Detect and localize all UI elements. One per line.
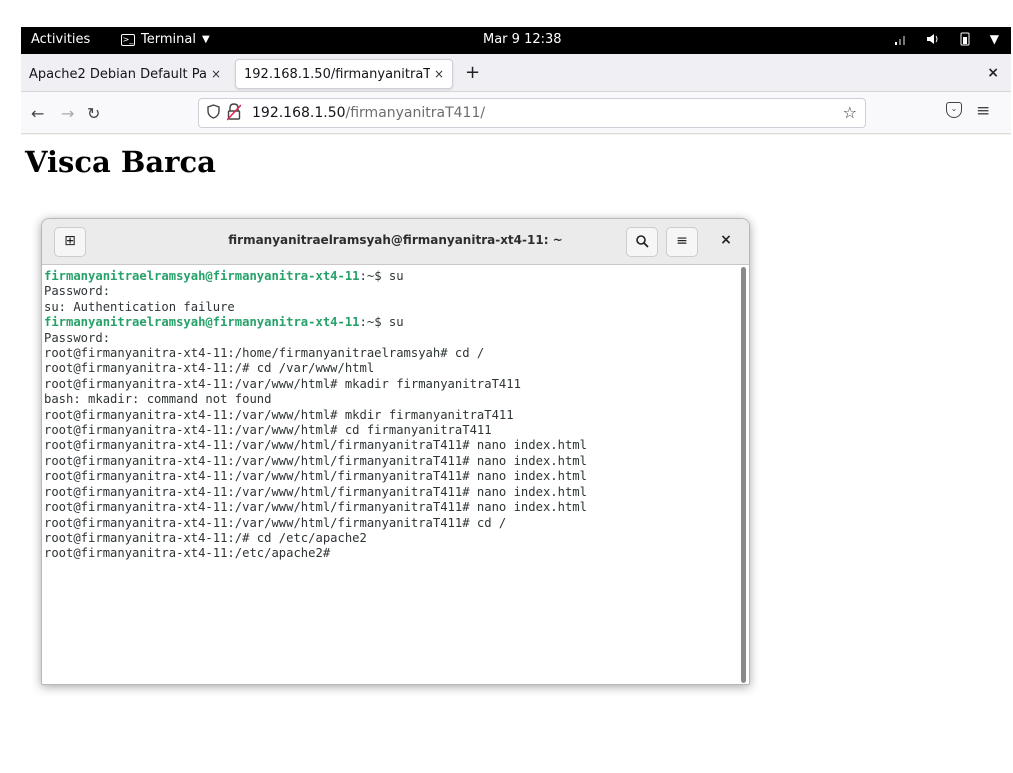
terminal-line: root@firmanyanitra-xt4-11:/# cd /var/www… [44,361,740,376]
app-menu-button[interactable]: >_ Terminal ▼ [121,32,210,47]
app-menu-label: Terminal [141,32,196,47]
reload-icon[interactable]: ↻ [87,104,100,123]
window-close-button[interactable]: × [987,65,999,81]
tab-title: Apache2 Debian Default Page [29,66,207,82]
new-tab-button[interactable]: + [465,64,480,82]
address-bar[interactable]: 192.168.1.50/firmanyanitraT411/ ☆ [198,98,866,128]
terminal-line: root@firmanyanitra-xt4-11:/var/www/html/… [44,469,740,484]
tracking-shield-icon[interactable] [207,104,220,123]
line-text: bash: mkadir: command not found [44,392,272,407]
terminal-icon: >_ [121,33,135,46]
tab-strip: Apache2 Debian Default Page × 192.168.1.… [21,54,1011,92]
tab-close-icon[interactable]: × [211,67,221,81]
menu-icon[interactable]: ≡ [666,227,698,257]
terminal-window[interactable]: ⊞ firmanyanitraelramsyah@firmanyanitra-x… [41,218,750,685]
terminal-line: root@firmanyanitra-xt4-11:/var/www/html/… [44,516,740,531]
line-text: root@firmanyanitra-xt4-11:/var/www/html#… [44,376,521,391]
tab-firmanyanitra[interactable]: 192.168.1.50/firmanyanitraT411/ × [235,59,453,89]
terminal-line: bash: mkadir: command not found [44,392,740,407]
bookmark-star-icon[interactable]: ☆ [843,103,857,122]
pocket-icon[interactable]: ⌄ [946,102,962,118]
terminal-line: firmanyanitraelramsyah@firmanyanitra-xt4… [44,269,740,284]
activities-button[interactable]: Activities [31,32,90,47]
line-text: root@firmanyanitra-xt4-11:/var/www/html/… [44,469,587,484]
tab-close-icon[interactable]: × [434,67,444,81]
line-text: root@firmanyanitra-xt4-11:/# cd /etc/apa… [44,530,367,545]
tab-title: 192.168.1.50/firmanyanitraT411/ [244,66,430,82]
line-text: root@firmanyanitra-xt4-11:/var/www/html#… [44,407,514,422]
system-menu-caret-icon: ▼ [989,32,999,46]
insecure-lock-icon[interactable] [226,103,242,121]
terminal-line: root@firmanyanitra-xt4-11:/etc/apache2# [44,546,740,561]
page-heading: Visca Barca [25,145,216,179]
close-icon[interactable]: × [710,227,742,257]
line-text: Password: [44,284,111,299]
desktop-screen: Activities >_ Terminal ▼ Mar 9 12:38 ▼ A… [21,27,1011,769]
terminal-line: root@firmanyanitra-xt4-11:/var/www/html/… [44,454,740,469]
system-tray[interactable]: ▼ [894,32,999,49]
line-text: root@firmanyanitra-xt4-11:/var/www/html/… [44,484,587,499]
forward-arrow-icon[interactable]: → [61,104,74,123]
line-text: root@firmanyanitra-xt4-11:/var/www/html/… [44,515,507,530]
terminal-line: root@firmanyanitra-xt4-11:/var/www/html/… [44,500,740,515]
volume-icon [926,32,940,49]
terminal-line: firmanyanitraelramsyah@firmanyanitra-xt4… [44,315,740,330]
line-text: root@firmanyanitra-xt4-11:/var/www/html#… [44,423,492,438]
terminal-line: root@firmanyanitra-xt4-11:/home/firmanya… [44,346,740,361]
line-text: root@firmanyanitra-xt4-11:/var/www/html/… [44,438,587,453]
terminal-output[interactable]: firmanyanitraelramsyah@firmanyanitra-xt4… [42,265,742,684]
battery-icon [958,32,972,49]
terminal-line: root@firmanyanitra-xt4-11:/var/www/html#… [44,377,740,392]
back-arrow-icon[interactable]: ← [31,104,44,123]
prompt-user-host: firmanyanitraelramsyah@firmanyanitra-xt4… [44,315,360,330]
terminal-line: Password: [44,331,740,346]
search-icon[interactable] [626,227,658,257]
terminal-line: Password: [44,284,740,299]
terminal-line: su: Authentication failure [44,300,740,315]
line-text: root@firmanyanitra-xt4-11:/# cd /var/www… [44,361,375,376]
terminal-line: root@firmanyanitra-xt4-11:/var/www/html#… [44,423,740,438]
line-text: Password: [44,330,111,345]
line-text: root@firmanyanitra-xt4-11:/home/firmanya… [44,346,485,361]
terminal-line: root@firmanyanitra-xt4-11:/var/www/html/… [44,438,740,453]
prompt-user-host: firmanyanitraelramsyah@firmanyanitra-xt4… [44,269,360,283]
caret-down-icon: ▼ [201,34,210,45]
terminal-header-bar[interactable]: ⊞ firmanyanitraelramsyah@firmanyanitra-x… [42,219,749,265]
terminal-line: root@firmanyanitra-xt4-11:/var/www/html#… [44,408,740,423]
url-path: /firmanyanitraT411/ [345,105,486,121]
line-text: :~$ su [359,315,404,330]
line-text: root@firmanyanitra-xt4-11:/etc/apache2# [44,546,331,561]
clock[interactable]: Mar 9 12:38 [483,32,562,47]
line-text: root@firmanyanitra-xt4-11:/var/www/html/… [44,453,587,468]
terminal-line: root@firmanyanitra-xt4-11:/# cd /etc/apa… [44,531,740,546]
url-host: 192.168.1.50 [252,105,346,121]
line-text: :~$ su [359,269,404,283]
url-text: 192.168.1.50/firmanyanitraT411/ [252,105,485,121]
line-text: root@firmanyanitra-xt4-11:/var/www/html/… [44,500,587,515]
tab-apache-default[interactable]: Apache2 Debian Default Page × [21,59,229,89]
gnome-top-bar: Activities >_ Terminal ▼ Mar 9 12:38 ▼ [21,27,1011,54]
terminal-line: root@firmanyanitra-xt4-11:/var/www/html/… [44,485,740,500]
terminal-scrollbar[interactable] [741,267,746,683]
network-icon [894,32,908,49]
hamburger-menu-icon[interactable]: ≡ [976,101,990,121]
line-text: su: Authentication failure [44,299,235,314]
navigation-bar: ← → ↻ 192.168.1.50/firmanyanitraT411/ ☆ … [21,92,1011,134]
